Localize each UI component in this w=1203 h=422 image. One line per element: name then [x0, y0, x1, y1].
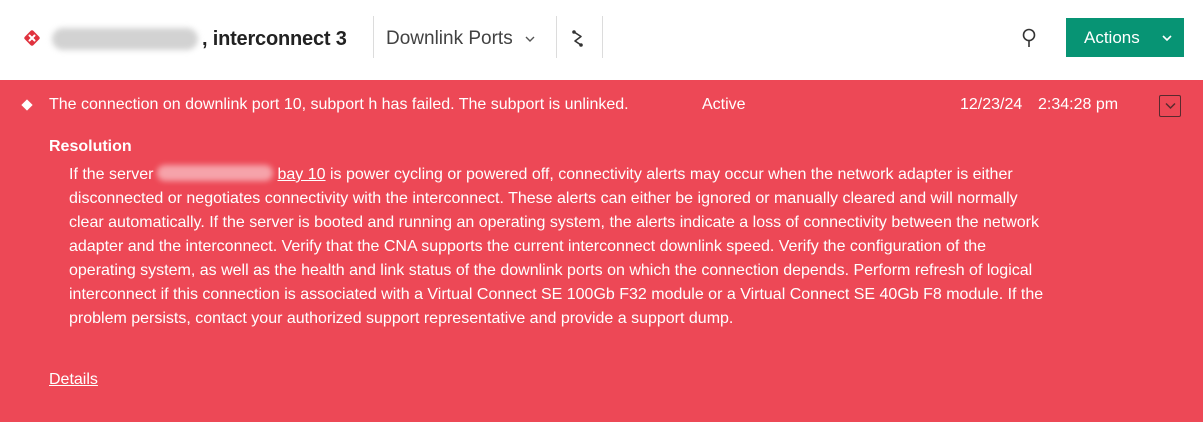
- resolution-line1-rest: is power cycling or powered off, connect…: [329, 166, 1013, 183]
- alert-bullet-icon: [21, 99, 33, 111]
- redacted-server-name: [157, 165, 274, 181]
- alert-message: The connection on downlink port 10, subp…: [49, 96, 629, 113]
- chevron-down-icon: [1162, 35, 1172, 42]
- redacted-enclosure-name: [52, 28, 198, 50]
- search-icon[interactable]: [1018, 26, 1040, 50]
- alert-state: Active: [702, 96, 746, 113]
- alert-date: 12/23/24: [960, 96, 1023, 113]
- resolution-line: interconnect if this connection is assoc…: [69, 286, 1044, 303]
- details-link[interactable]: Details: [49, 371, 98, 389]
- view-selector[interactable]: Downlink Ports: [386, 26, 535, 52]
- header-divider: [373, 16, 374, 58]
- collapse-alert-button[interactable]: [1159, 95, 1181, 117]
- resolution-line: problem persists, contact your authorize…: [69, 310, 734, 327]
- resolution-heading: Resolution: [49, 138, 132, 155]
- actions-button[interactable]: Actions: [1066, 18, 1184, 57]
- actions-button-label: Actions: [1084, 27, 1140, 47]
- resolution-line: disconnected or negotiates connectivity …: [69, 190, 1018, 207]
- header-divider: [556, 16, 557, 58]
- resolution-prefix: If the server: [69, 166, 154, 183]
- critical-status-icon: [24, 30, 40, 46]
- graph-icon[interactable]: [568, 26, 588, 50]
- chevron-down-icon: [1165, 102, 1176, 110]
- page-title-text: , interconnect 3: [202, 27, 347, 50]
- resolution-line: operating system, as well as the health …: [69, 262, 1033, 279]
- header-divider: [602, 16, 603, 58]
- chevron-down-icon: [525, 36, 535, 42]
- alert-time: 2:34:28 pm: [1038, 96, 1119, 113]
- resolution-line: clear automatically. If the server is bo…: [69, 214, 1040, 231]
- page-title: , interconnect 3: [52, 24, 347, 54]
- resolution-line: adapter and the interconnect. Verify tha…: [69, 238, 986, 255]
- bay-link[interactable]: bay 10: [277, 166, 325, 183]
- view-selector-label: Downlink Ports: [386, 28, 513, 49]
- resolution-line: If the server bay 10 is power cycling or …: [69, 163, 1169, 187]
- resolution-text: If the server bay 10 is power cycling or …: [69, 163, 1169, 331]
- page-header: , interconnect 3 Downlink Ports Actions: [0, 0, 1203, 80]
- alert-panel: The connection on downlink port 10, subp…: [0, 80, 1203, 422]
